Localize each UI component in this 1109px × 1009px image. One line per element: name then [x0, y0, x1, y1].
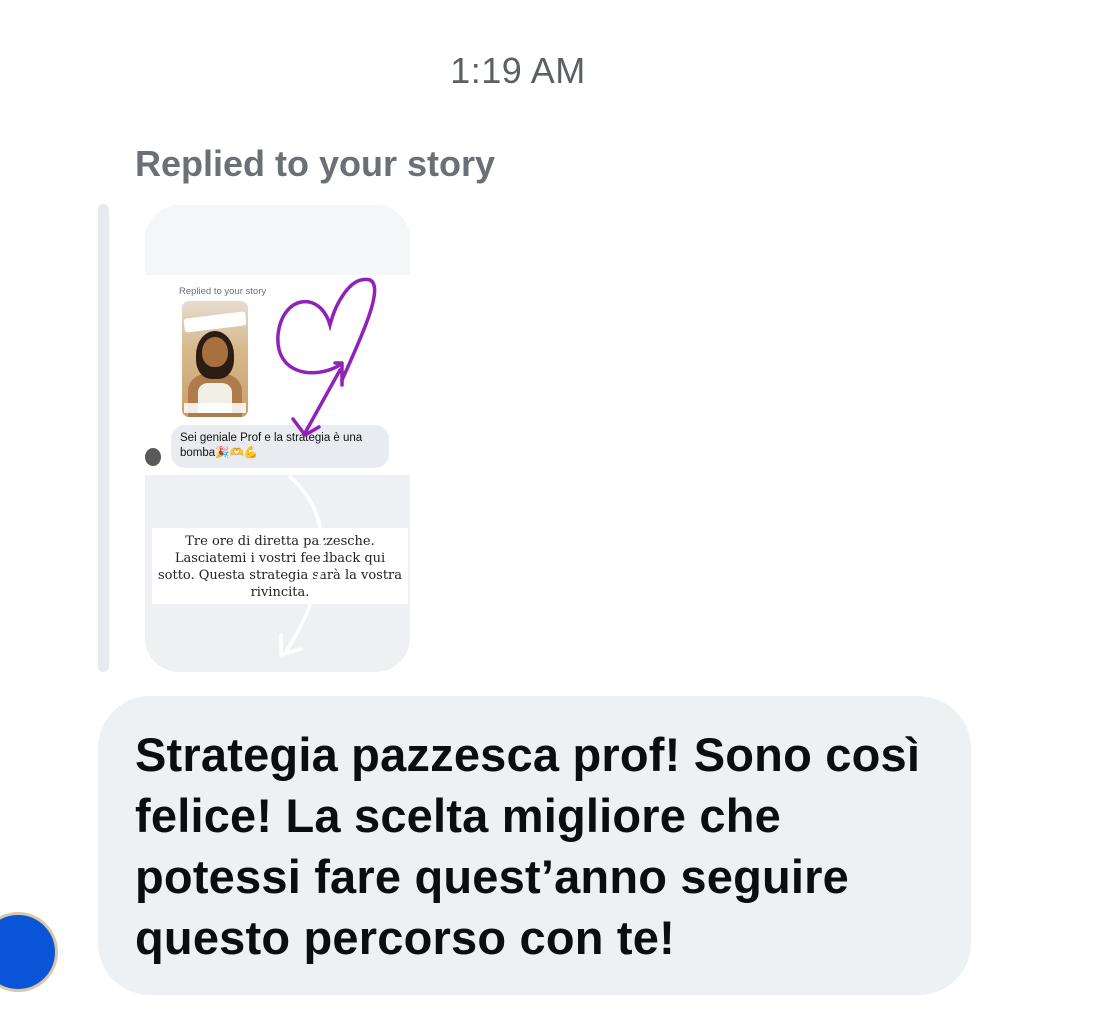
sender-avatar[interactable] — [0, 912, 58, 992]
story-caption: Tre ore di diretta pazzesche. Lasciatemi… — [152, 528, 408, 604]
message-text: Strategia pazzesca prof! Sono così felic… — [135, 728, 921, 964]
inner-reply-label: Replied to your story — [179, 286, 267, 297]
inner-message-bubble: Sei geniale Prof e la strategia è una bo… — [171, 425, 389, 468]
quote-bar — [98, 204, 109, 672]
inner-story-photo — [182, 301, 248, 417]
photo-caption-strip — [184, 403, 246, 413]
message-bubble[interactable]: Strategia pazzesca prof! Sono così felic… — [98, 696, 971, 995]
inner-sender-avatar — [145, 448, 161, 466]
photo-face — [202, 337, 228, 367]
photo-sticker — [183, 311, 247, 333]
story-top-area — [145, 205, 410, 275]
message-timestamp: 1:19 AM — [450, 50, 586, 91]
story-reply-label: Replied to your story — [135, 143, 496, 184]
story-preview-card[interactable]: Replied to your story Sei geniale Prof e… — [145, 205, 410, 672]
